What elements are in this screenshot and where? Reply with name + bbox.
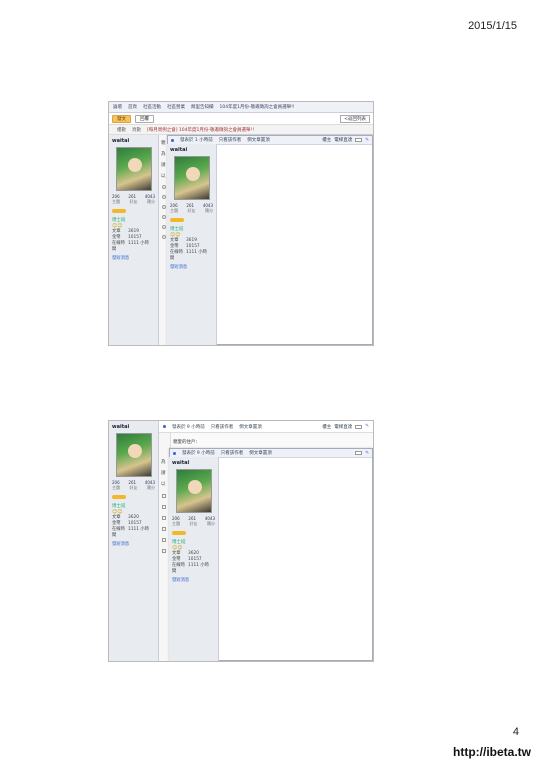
online-status-icon [173,451,176,455]
poll-checkbox[interactable] [162,538,166,542]
stats-labels: 主題 好友 積分 [170,208,213,214]
thread-title-row: 樓數 頁數 [每月周例之會] 104年度1月份-敬邀徵詢之會員選舉!! [109,125,373,135]
username[interactable]: waitai [170,147,213,153]
post-time: 發表於 1 小時前 [180,138,213,143]
poll-checkbox[interactable] [162,516,166,520]
medal-badge [112,495,126,499]
edit-icon[interactable]: ✎ [365,138,369,143]
poll-radio[interactable] [162,225,166,229]
breadcrumb-item[interactable]: 論壇 [113,104,122,110]
stats-labels: 主題 好友 積分 [112,199,155,205]
watermark-url: http://ibeta.tw [453,745,531,759]
breadcrumb: 論壇 首頁 社區活動 社區營業 鄰里告知欄 104年度1月份-敬邀徵詢之會員選舉… [109,102,373,113]
forum-screenshot-single-choice: 論壇 首頁 社區活動 社區營業 鄰里告知欄 104年度1月份-敬邀徵詢之會員選舉… [108,101,374,346]
floor-label: 樓主 [322,424,332,430]
jump-floor-input[interactable] [355,451,363,455]
breadcrumb-item[interactable]: 社區營業 [167,104,185,110]
stat-label: 積分 [147,199,155,204]
username[interactable]: waitai [112,138,155,144]
username[interactable]: waitai [172,460,215,466]
avatar[interactable] [115,433,152,477]
send-message-link[interactable]: 發短消息 [112,255,155,261]
stat-label: 積分 [207,521,215,526]
post-time: 發表於 9 小時前 [182,451,215,456]
poll-checkbox[interactable] [162,505,166,509]
jump-to-floor-label: 電梯直達 [334,138,353,143]
stat-label: 積分 [205,208,213,213]
stat-label: 好友 [189,521,198,526]
medal-badge [170,218,184,222]
post-time: 發表於 9 小時前 [172,424,205,430]
poll-checkbox[interactable] [162,494,166,498]
avatar[interactable] [173,156,210,200]
thread-title[interactable]: [每月周例之會] 104年度1月份-敬邀徵詢之會員選舉!! [147,127,254,133]
pin-post-link[interactable]: 倒文章置頂 [249,450,272,456]
poll-radio[interactable] [162,185,166,189]
poll-radio[interactable] [162,235,166,239]
poll-radio[interactable] [162,195,166,199]
only-author-link[interactable]: 只看該作者 [221,450,244,456]
avatar[interactable] [175,469,212,513]
new-post-button[interactable]: 發文 [112,114,131,123]
jump-to-floor-label: 電梯直達 [334,424,353,430]
author-profile-back: waitai 206 261 4043 主題 好友 積分 博士班 ☺☺ 文章 36… [109,421,159,661]
only-author-link[interactable]: 只看該作者 [211,424,234,430]
post-toolbar: 發文 回覆 <返回列表 [109,113,373,125]
page-count: 頁數 [132,127,141,133]
jump-floor-input[interactable] [355,424,363,429]
breadcrumb-item[interactable]: 鄰里告知欄 [191,104,214,110]
online-status-icon [163,425,166,428]
floor-label: 樓主 [322,138,332,143]
post-header-back: 發表於 9 小時前 只看該作者 倒文章置頂 樓主 電梯直達 ✎ [159,421,373,433]
poll-checkbox[interactable] [162,527,166,531]
stat-label: 好友 [129,485,138,490]
send-message-link[interactable]: 發短消息 [112,541,155,547]
back-to-list-button[interactable]: <返回列表 [340,114,370,123]
author-profile: waitai 206 261 4043 主題 好友 積分 博士班 ☺☺ 文章 36… [169,457,219,661]
stats-labels: 主題 好友 積分 [112,485,155,491]
poll-checkbox[interactable] [162,549,166,553]
poll-radio[interactable] [162,215,166,219]
send-message-link[interactable]: 發短消息 [170,264,213,270]
stat-label: 主題 [112,485,120,490]
page-number: 4 [512,726,519,738]
stat-label: 主題 [112,199,120,204]
pin-post-link[interactable]: 倒文章置頂 [239,424,262,430]
profile-field: 在線時間 1111 小時 [170,250,207,261]
jump-floor-input[interactable] [355,138,363,142]
breadcrumb-item[interactable]: 社區活動 [143,104,161,110]
stat-label: 好友 [129,199,138,204]
avatar[interactable] [115,147,152,191]
forum-screenshot-multiple-choice: waitai 206 261 4043 主題 好友 積分 博士班 ☺☺ 文章 36… [108,420,374,662]
floor-count: 樓數 [117,127,126,133]
stat-label: 好友 [187,208,196,213]
reply-button[interactable]: 回覆 [135,114,154,123]
edit-icon[interactable]: ✎ [365,451,369,456]
online-status-icon [171,138,174,142]
slide-date: 2015/1/15 [468,20,517,32]
author-profile: waitai 206 261 4043 主題 好友 積分 博士班 ☺☺ 文章 36… [167,144,217,345]
stat-label: 主題 [172,521,180,526]
breadcrumb-item[interactable]: 104年度1月份-敬邀徵詢之會員選舉!! [220,104,295,110]
only-author-link[interactable]: 只看該作者 [219,137,242,143]
profile-field: 在線時間 1111 小時 [172,563,209,574]
stat-label: 積分 [147,485,155,490]
send-message-link[interactable]: 發短消息 [172,577,215,583]
username[interactable]: waitai [112,424,155,430]
author-profile-back: waitai 206 261 4043 主題 好友 積分 博士班 ☺☺ 文章 36… [109,135,159,345]
medal-badge [112,209,126,213]
stats-labels: 主題 好友 積分 [172,521,215,527]
profile-field: 在線時間 1111 小時 [112,527,149,538]
stat-label: 主題 [170,208,178,213]
breadcrumb-item[interactable]: 首頁 [128,104,137,110]
edit-icon[interactable]: ✎ [365,424,369,429]
profile-field: 在線時間 1111 小時 [112,241,149,252]
pin-post-link[interactable]: 倒文章置頂 [247,137,270,143]
poll-radio[interactable] [162,205,166,209]
medal-badge [172,531,186,535]
post-line: 親愛的住戶： [173,440,200,445]
